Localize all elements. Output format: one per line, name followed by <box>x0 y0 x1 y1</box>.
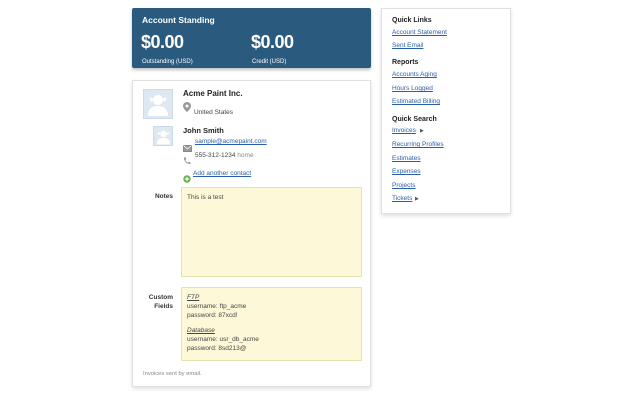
notes-label: Notes <box>154 193 173 200</box>
projects-link[interactable]: Projects <box>392 182 415 189</box>
account-standing-title: Account Standing <box>142 15 215 25</box>
outstanding-caption: Outstanding (USD) <box>142 59 193 65</box>
reports-heading: Reports <box>392 59 419 66</box>
account-statement-link[interactable]: Account Statement <box>392 29 447 36</box>
contact-email-link[interactable]: sample@acmepaint.com <box>195 138 267 145</box>
client-card: Acme Paint Inc. United States John Smith… <box>132 80 371 387</box>
quick-search-heading: Quick Search <box>392 116 437 123</box>
estimated-billing-link[interactable]: Estimated Billing <box>392 98 440 105</box>
map-pin-icon <box>183 99 191 117</box>
account-standing-panel: Account Standing $0.00 Outstanding (USD)… <box>132 8 371 68</box>
contact-phone-type: home <box>237 152 254 159</box>
custom-field-line: username: usr_db_acme <box>187 336 259 343</box>
add-contact-link[interactable]: Add another contact <box>193 170 251 177</box>
notes-text: This is a test <box>187 194 224 201</box>
accounts-aging-link[interactable]: Accounts Aging <box>392 71 437 78</box>
company-name: Acme Paint Inc. <box>183 89 243 98</box>
company-avatar-icon <box>143 89 173 119</box>
triangle-right-icon[interactable]: ▶ <box>415 196 419 202</box>
contact-phone-number: 555-312-1234 <box>195 152 236 159</box>
contact-phone: 555-312-1234 home <box>195 152 254 159</box>
sidebar-panel: Quick Links Account Statement Sent Email… <box>381 8 511 214</box>
custom-fields-label: Custom Fields <box>139 293 173 311</box>
quick-links-heading: Quick Links <box>392 17 432 24</box>
contact-avatar-icon <box>153 126 173 146</box>
triangle-right-icon[interactable]: ▶ <box>420 128 424 134</box>
recurring-profiles-link[interactable]: Recurring Profiles <box>392 141 444 148</box>
phone-icon <box>183 152 191 170</box>
company-country: United States <box>194 109 234 116</box>
custom-field-line: password: 87xcd! <box>187 312 238 319</box>
custom-fields-box: FTP username: ftp_acme password: 87xcd! … <box>181 287 362 361</box>
custom-fields-label-line1: Custom <box>148 294 173 301</box>
custom-fields-label-line2: Fields <box>154 303 173 310</box>
plus-circle-icon[interactable] <box>183 170 191 188</box>
hours-logged-link[interactable]: Hours Logged <box>392 85 433 92</box>
tickets-link[interactable]: Tickets <box>392 195 412 202</box>
custom-field-line: password: 8sd213@ <box>187 345 247 352</box>
custom-field-group-heading: FTP <box>187 294 200 301</box>
custom-field-line: username: ftp_acme <box>187 303 247 310</box>
sent-email-link[interactable]: Sent Email <box>392 42 423 49</box>
invoices-link[interactable]: Invoices <box>392 127 416 134</box>
estimates-link[interactable]: Estimates <box>392 155 421 162</box>
contact-name: John Smith <box>183 126 224 135</box>
notes-box: This is a test <box>181 187 362 277</box>
credit-amount: $0.00 <box>251 32 294 52</box>
expenses-link[interactable]: Expenses <box>392 168 421 175</box>
credit-caption: Credit (USD) <box>252 59 287 65</box>
invoice-delivery-note: Invoices sent by email. <box>143 371 202 377</box>
outstanding-amount: $0.00 <box>141 32 184 52</box>
custom-field-group-heading: Database <box>187 327 215 334</box>
